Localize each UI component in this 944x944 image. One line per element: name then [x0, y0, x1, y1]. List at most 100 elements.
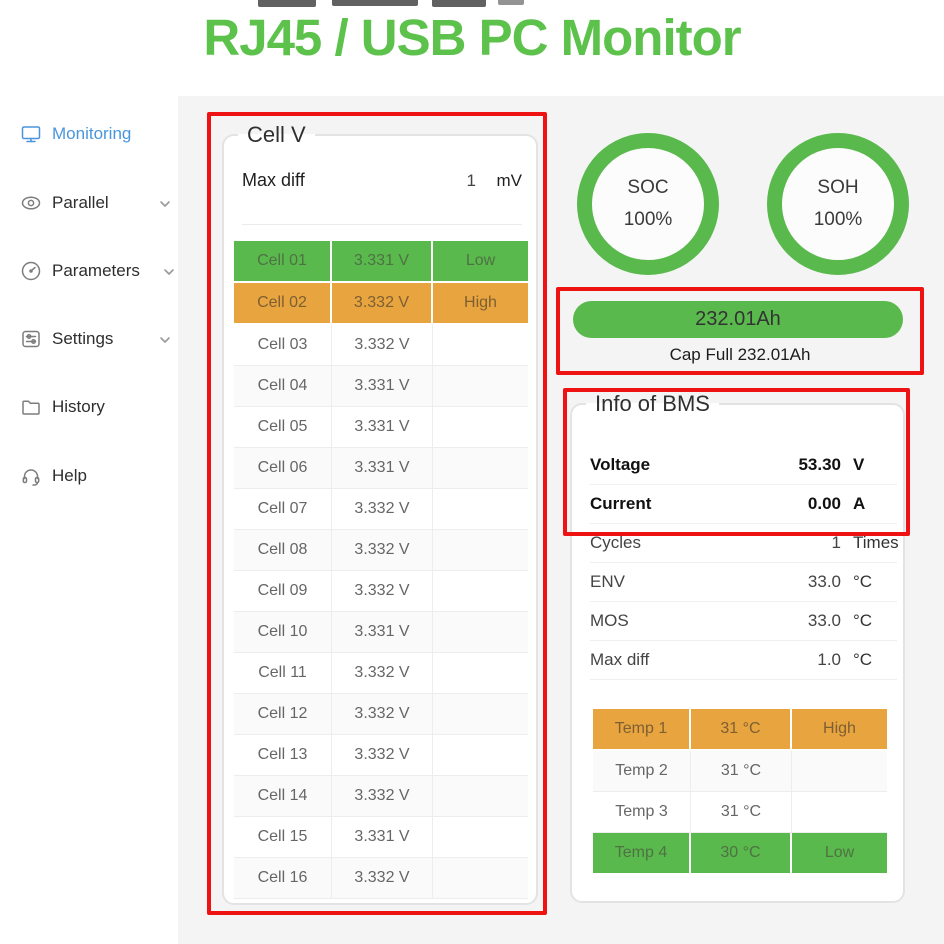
temp-row-value: 31 °C	[691, 709, 790, 749]
cell-row-status	[433, 735, 528, 775]
temp-row: Temp 231 °C	[593, 751, 887, 792]
cell-row: Cell 023.332 VHigh	[234, 283, 528, 325]
sidebar-item-settings[interactable]: Settings	[20, 326, 170, 352]
cell-row: Cell 043.331 V	[234, 366, 528, 407]
cell-voltage-table: Cell 013.331 VLowCell 023.332 VHighCell …	[234, 241, 528, 899]
cell-row-voltage: 3.331 V	[332, 407, 432, 447]
cell-row-status	[433, 858, 528, 898]
cell-row: Cell 063.331 V	[234, 448, 528, 489]
max-diff-value: 1	[436, 171, 476, 191]
bms-row-unit: A	[841, 494, 897, 514]
cell-row: Cell 053.331 V	[234, 407, 528, 448]
cell-row-voltage: 3.332 V	[332, 653, 432, 693]
sidebar-item-help[interactable]: Help	[20, 463, 170, 489]
cell-row-status	[433, 530, 528, 570]
bms-info-rows: Voltage53.30VCurrent0.00ACycles1TimesENV…	[590, 446, 897, 680]
cell-row: Cell 123.332 V	[234, 694, 528, 735]
bms-row-value: 33.0	[771, 572, 841, 592]
cell-row-voltage: 3.331 V	[332, 817, 432, 857]
max-diff-label: Max diff	[242, 170, 436, 191]
temp-row-label: Temp 3	[593, 792, 690, 832]
temp-row-status	[792, 792, 887, 832]
cell-row-status	[433, 817, 528, 857]
sidebar-item-parameters[interactable]: Parameters	[20, 258, 170, 284]
cell-row-label: Cell 08	[234, 530, 331, 570]
cell-panel-legend: Cell V	[238, 122, 315, 148]
cell-row-voltage: 3.332 V	[332, 735, 432, 775]
temp-row-status: High	[792, 709, 887, 749]
cell-row: Cell 073.332 V	[234, 489, 528, 530]
sidebar-item-label: Monitoring	[52, 124, 131, 144]
chevron-down-icon[interactable]	[158, 197, 172, 211]
cell-row-label: Cell 02	[234, 283, 330, 323]
cell-row-status	[433, 366, 528, 406]
monitor-icon	[20, 123, 42, 145]
bms-row-value: 1	[771, 533, 841, 553]
temp-row-status	[792, 751, 887, 791]
bms-row-value: 33.0	[771, 611, 841, 631]
cell-row-status	[433, 571, 528, 611]
cell-row-voltage: 3.332 V	[332, 489, 432, 529]
app-window: RJ45 / USB PC Monitor Monitoring Paralle…	[0, 0, 944, 944]
sliders-icon	[20, 328, 42, 350]
cell-row-label: Cell 10	[234, 612, 331, 652]
bms-row-unit: V	[841, 455, 897, 475]
cell-row: Cell 083.332 V	[234, 530, 528, 571]
cell-row: Cell 133.332 V	[234, 735, 528, 776]
bms-row-label: Current	[590, 494, 771, 514]
temp-table: Temp 131 °CHighTemp 231 °CTemp 331 °CTem…	[593, 709, 887, 875]
bms-info-row: Max diff1.0°C	[590, 641, 897, 680]
chevron-down-icon[interactable]	[158, 333, 172, 347]
cell-row-voltage: 3.331 V	[332, 241, 431, 281]
cell-row-status: Low	[433, 241, 528, 281]
temp-row-label: Temp 4	[593, 833, 689, 873]
cell-row-label: Cell 04	[234, 366, 331, 406]
cell-row: Cell 143.332 V	[234, 776, 528, 817]
sidebar-item-monitoring[interactable]: Monitoring	[20, 121, 170, 147]
temp-row: Temp 131 °CHigh	[593, 709, 887, 751]
temp-row-value: 31 °C	[691, 792, 791, 832]
bms-info-row: Voltage53.30V	[590, 446, 897, 485]
cell-row: Cell 113.332 V	[234, 653, 528, 694]
cell-row-label: Cell 12	[234, 694, 331, 734]
sidebar-item-history[interactable]: History	[20, 394, 170, 420]
bms-row-label: ENV	[590, 572, 771, 592]
cell-row-voltage: 3.332 V	[332, 325, 432, 365]
soh-gauge: SOH 100%	[767, 133, 909, 275]
cell-row-voltage: 3.331 V	[332, 612, 432, 652]
sidebar-item-label: History	[52, 397, 105, 417]
bms-row-value: 1.0	[771, 650, 841, 670]
cell-row-voltage: 3.331 V	[332, 448, 432, 488]
cell-row: Cell 153.331 V	[234, 817, 528, 858]
cell-row-label: Cell 05	[234, 407, 331, 447]
cell-row: Cell 033.332 V	[234, 325, 528, 366]
divider	[242, 224, 522, 225]
cell-row-label: Cell 11	[234, 653, 331, 693]
cell-row-voltage: 3.332 V	[332, 571, 432, 611]
sidebar-item-parallel[interactable]: Parallel	[20, 190, 170, 216]
soh-label: SOH	[817, 177, 858, 199]
soc-label: SOC	[627, 177, 668, 199]
chevron-down-icon[interactable]	[162, 265, 176, 279]
cell-row: Cell 163.332 V	[234, 858, 528, 899]
cell-row-status	[433, 489, 528, 529]
bms-row-value: 53.30	[771, 455, 841, 475]
temp-row-value: 30 °C	[691, 833, 790, 873]
cell-row-voltage: 3.331 V	[332, 366, 432, 406]
bms-row-label: Max diff	[590, 650, 771, 670]
bms-row-unit: °C	[841, 611, 897, 631]
bms-row-unit: °C	[841, 572, 897, 592]
cell-row-status	[433, 325, 528, 365]
cell-row-label: Cell 03	[234, 325, 331, 365]
cell-row-voltage: 3.332 V	[332, 858, 432, 898]
temp-row: Temp 430 °CLow	[593, 833, 887, 875]
temp-row-value: 31 °C	[691, 751, 791, 791]
cell-row-status	[433, 407, 528, 447]
bms-row-unit: °C	[841, 650, 897, 670]
cell-row-voltage: 3.332 V	[332, 283, 431, 323]
cell-row-status	[433, 448, 528, 488]
bms-info-row: Current0.00A	[590, 485, 897, 524]
cell-row-status: High	[433, 283, 528, 323]
capacity-caption: Cap Full 232.01Ah	[556, 345, 924, 365]
folder-icon	[20, 396, 42, 418]
